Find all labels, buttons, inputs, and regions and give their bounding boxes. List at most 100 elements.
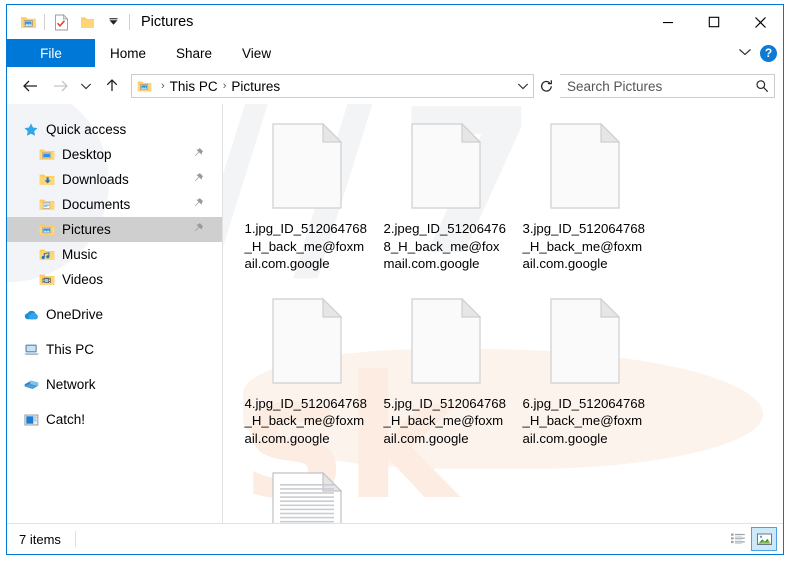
desktop-folder-icon	[39, 148, 59, 162]
file-name-label: 1.jpg_ID_512064768_H_back_me@foxmail.com…	[244, 221, 367, 271]
onedrive-cloud-icon	[23, 308, 43, 322]
up-button[interactable]	[97, 71, 127, 101]
catch-icon	[23, 413, 43, 427]
sidebar-item-label: This PC	[46, 342, 95, 357]
file-name-label: 3.jpg_ID_512064768_H_back_me@foxmail.com…	[522, 221, 645, 271]
file-name-label: 6.jpg_ID_512064768_H_back_me@foxmail.com…	[522, 395, 645, 446]
sidebar-item-desktop[interactable]: Desktop	[7, 142, 222, 167]
large-icons-view-button[interactable]	[751, 527, 777, 551]
address-dropdown-icon[interactable]	[513, 82, 533, 91]
sidebar-item-documents[interactable]: Documents	[7, 192, 222, 217]
sidebar-item-label: Network	[46, 377, 96, 392]
blank-file-icon	[537, 287, 633, 395]
this-pc-icon	[23, 343, 43, 357]
properties-icon[interactable]	[48, 9, 74, 35]
file-item[interactable]: 3.jpg_ID_512064768_H_back_me@foxmail.com…	[515, 112, 654, 273]
breadcrumb-separator-1: ›	[222, 80, 227, 92]
text-file-icon	[259, 461, 355, 523]
sidebar-item-network[interactable]: Network	[7, 372, 222, 397]
sidebar-item-label: Desktop	[62, 147, 112, 162]
downloads-folder-icon	[39, 173, 59, 187]
pin-icon[interactable]	[193, 221, 204, 239]
new-folder-icon[interactable]	[74, 9, 100, 35]
pin-icon[interactable]	[193, 196, 204, 214]
nav-gap	[7, 362, 222, 372]
sidebar-item-label: Catch!	[46, 412, 86, 427]
ribbon-tab-bar: File Home Share View ?	[7, 39, 783, 68]
back-button[interactable]	[15, 71, 45, 101]
breadcrumb-pictures[interactable]: Pictures	[231, 79, 280, 94]
pin-icon[interactable]	[193, 146, 204, 164]
sidebar-item-label: Videos	[62, 272, 104, 287]
details-view-button[interactable]	[725, 527, 751, 551]
sidebar-item-videos[interactable]: Videos	[7, 267, 222, 292]
tab-share[interactable]: Share	[161, 39, 227, 67]
file-item[interactable]: 1.jpg_ID_512064768_H_back_me@foxmail.com…	[237, 112, 376, 273]
status-divider	[74, 531, 76, 547]
close-button[interactable]	[737, 5, 783, 39]
file-name-label: 4.jpg_ID_512064768_H_back_me@foxmail.com…	[244, 395, 367, 446]
recent-locations-button[interactable]	[75, 71, 97, 101]
blank-file-icon	[259, 112, 355, 220]
tab-file[interactable]: File	[7, 39, 95, 67]
address-input[interactable]: › This PC › Pictures	[131, 74, 534, 98]
address-bar: › This PC › Pictures Search Pictures	[7, 68, 783, 104]
file-list-pane: / / 7 sk 1.jpg_ID_512064768_H_back_me@fo…	[223, 104, 783, 523]
quick-access-toolbar	[7, 9, 133, 35]
pin-icon[interactable]	[193, 171, 204, 189]
sidebar-item-label: Downloads	[62, 172, 129, 187]
sidebar-item-pictures[interactable]: Pictures	[7, 217, 222, 242]
file-name-label: 5.jpg_ID_512064768_H_back_me@foxmail.com…	[383, 395, 506, 446]
navigation-list: Quick access Desktop Downloads Documents Pic…	[7, 117, 222, 432]
sidebar-item-label: Quick access	[46, 122, 127, 137]
music-folder-icon	[39, 248, 59, 262]
sidebar-item-downloads[interactable]: Downloads	[7, 167, 222, 192]
file-item[interactable]: 2.jpeg_ID_512064768_H_back_me@foxmail.co…	[376, 112, 515, 273]
pictures-folder-icon[interactable]	[15, 9, 41, 35]
ribbon-right-controls: ?	[738, 39, 777, 67]
tab-view[interactable]: View	[227, 39, 286, 67]
documents-folder-icon	[39, 198, 59, 212]
refresh-button[interactable]	[534, 74, 558, 98]
sidebar-item-quick-access[interactable]: Quick access	[7, 117, 222, 142]
sidebar-item-onedrive[interactable]: OneDrive	[7, 302, 222, 327]
help-icon[interactable]: ?	[760, 44, 777, 62]
network-icon	[23, 378, 43, 392]
item-count-label: 7 items	[19, 531, 61, 547]
file-item[interactable]: 4.jpg_ID_512064768_H_back_me@foxmail.com…	[237, 287, 376, 448]
file-name-label: 2.jpeg_ID_512064768_H_back_me@foxmail.co…	[383, 221, 506, 271]
search-input[interactable]: Search Pictures	[560, 74, 775, 98]
nav-gap	[7, 292, 222, 302]
breadcrumb-this-pc[interactable]: This PC	[170, 79, 218, 94]
breadcrumb-separator-0: ›	[161, 80, 165, 92]
navigation-pane: Quick access Desktop Downloads Documents Pic…	[7, 104, 223, 523]
file-item[interactable]: FileRecovery.txt	[237, 461, 376, 523]
sidebar-item-catch[interactable]: Catch!	[7, 407, 222, 432]
pictures-folder-icon	[39, 223, 59, 237]
blank-file-icon	[259, 287, 355, 395]
tab-home[interactable]: Home	[95, 39, 161, 67]
file-explorer-window: Pictures File Home Share View ? › This P…	[6, 4, 784, 555]
file-grid: 1.jpg_ID_512064768_H_back_me@foxmail.com…	[223, 104, 783, 523]
explorer-body: Quick access Desktop Downloads Documents Pic…	[7, 104, 783, 523]
file-item[interactable]: 6.jpg_ID_512064768_H_back_me@foxmail.com…	[515, 287, 654, 448]
nav-gap	[7, 397, 222, 407]
sidebar-item-music[interactable]: Music	[7, 242, 222, 267]
sidebar-item-label: OneDrive	[46, 307, 104, 322]
forward-button	[45, 71, 75, 101]
blank-file-icon	[398, 112, 494, 220]
sidebar-item-label: Documents	[62, 197, 131, 212]
chevron-down-icon[interactable]	[738, 44, 752, 62]
customize-dropdown-icon[interactable]	[100, 9, 126, 35]
sidebar-item-this-pc[interactable]: This PC	[7, 337, 222, 362]
title-bar: Pictures	[7, 5, 783, 39]
window-controls	[645, 5, 783, 39]
maximize-button[interactable]	[691, 5, 737, 39]
blank-file-icon	[537, 112, 633, 220]
nav-gap	[7, 327, 222, 337]
videos-folder-icon	[39, 273, 59, 287]
search-icon[interactable]	[750, 79, 774, 93]
minimize-button[interactable]	[645, 5, 691, 39]
toolbar-divider	[44, 14, 45, 30]
file-item[interactable]: 5.jpg_ID_512064768_H_back_me@foxmail.com…	[376, 287, 515, 448]
